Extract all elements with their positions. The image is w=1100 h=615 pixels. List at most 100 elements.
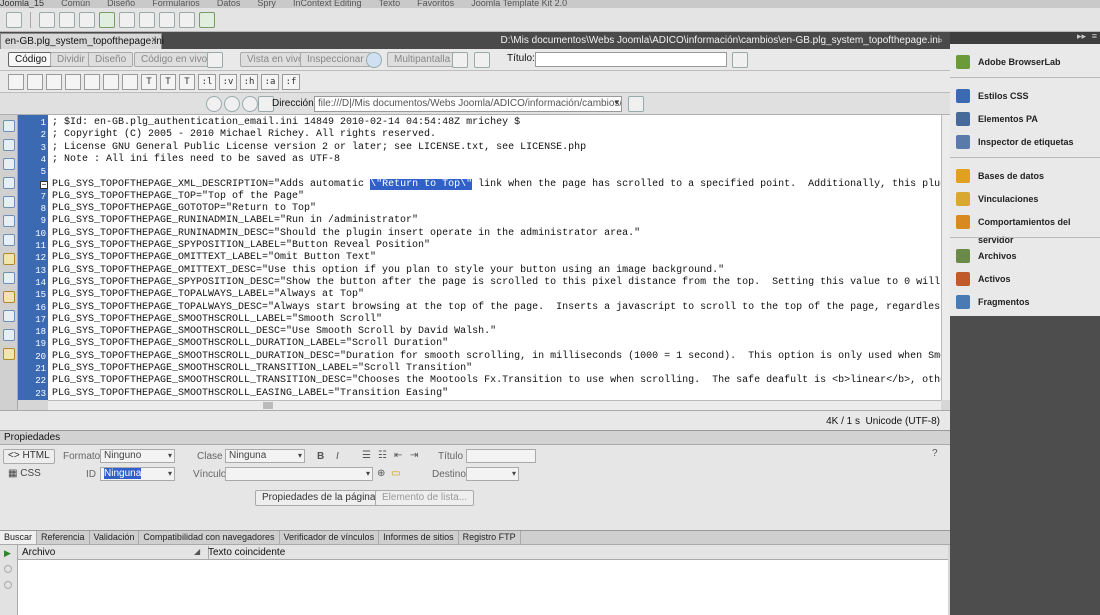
check-page-icon[interactable] bbox=[732, 52, 748, 68]
panel-bases-datos[interactable]: Bases de datos bbox=[950, 167, 1100, 185]
insert-tab[interactable]: Texto bbox=[379, 0, 401, 8]
panel-vinculaciones[interactable]: Vinculaciones bbox=[950, 190, 1100, 208]
code-editor[interactable]: ; $Id: en-GB.plg_authentication_email.in… bbox=[48, 115, 941, 400]
panel-fragmentos[interactable]: Fragmentos bbox=[950, 293, 1100, 311]
italic-icon[interactable]: I bbox=[336, 451, 339, 462]
split-view-button[interactable]: Dividir bbox=[50, 52, 92, 67]
balance-braces-icon[interactable] bbox=[3, 215, 15, 227]
insert-tab[interactable]: Datos bbox=[217, 0, 241, 8]
page-properties-button[interactable]: Propiedades de la página... bbox=[255, 490, 391, 506]
indent-icon[interactable]: ⇥ bbox=[410, 450, 418, 461]
tab-validacion[interactable]: Validación bbox=[90, 531, 140, 544]
tab-registro-ftp[interactable]: Registro FTP bbox=[459, 531, 521, 544]
insert-module-icon[interactable] bbox=[99, 11, 115, 28]
insert-image-icon[interactable] bbox=[39, 11, 55, 28]
tab-informes[interactable]: Informes de sitios bbox=[379, 531, 459, 544]
panel-inspector-etiquetas[interactable]: Inspector de etiquetas bbox=[950, 133, 1100, 151]
file-management-icon[interactable] bbox=[207, 52, 223, 68]
panel-elementos-pa[interactable]: Elementos PA bbox=[950, 110, 1100, 128]
play-icon[interactable]: ▶ bbox=[4, 548, 11, 559]
unordered-list-icon[interactable]: ☰ bbox=[362, 450, 371, 461]
insert-tab[interactable]: Favoritos bbox=[417, 0, 454, 8]
info-icon[interactable] bbox=[4, 581, 12, 589]
title-input[interactable] bbox=[535, 52, 727, 67]
select-parent-tag-icon[interactable] bbox=[84, 73, 100, 90]
insert-layout-icon[interactable] bbox=[119, 11, 135, 28]
panel-comportamientos-servidor[interactable]: Comportamientos del servidor bbox=[950, 213, 1100, 245]
refresh-icon[interactable] bbox=[474, 52, 490, 68]
tab-verificador[interactable]: Verificador de vínculos bbox=[280, 531, 380, 544]
panel-estilos-css[interactable]: Estilos CSS bbox=[950, 87, 1100, 105]
fold-toggle-icon[interactable]: − bbox=[40, 180, 48, 189]
select-parent-tag-icon[interactable] bbox=[3, 196, 15, 208]
results-list[interactable] bbox=[18, 560, 948, 615]
folder-icon[interactable]: ▭ bbox=[391, 468, 400, 479]
code-snippet-l-button[interactable]: :l bbox=[198, 73, 216, 90]
collapse-tag-icon[interactable] bbox=[27, 73, 43, 90]
insert-template-icon[interactable] bbox=[199, 11, 215, 28]
title-field-input[interactable] bbox=[466, 449, 536, 463]
visual-aids-icon[interactable] bbox=[452, 52, 468, 68]
insert-div-icon[interactable] bbox=[6, 11, 22, 28]
html-tab[interactable]: <> HTML bbox=[3, 449, 55, 464]
horizontal-scrollbar[interactable] bbox=[48, 400, 941, 410]
code-snippet-f-button[interactable]: :f bbox=[282, 73, 300, 90]
design-view-button[interactable]: Diseño bbox=[88, 52, 134, 67]
insert-text-icon[interactable] bbox=[179, 11, 195, 28]
live-code-button[interactable]: Código en vivo bbox=[134, 52, 215, 67]
sort-icon[interactable]: ◢ bbox=[194, 547, 200, 556]
tab-buscar[interactable]: Buscar bbox=[0, 531, 38, 544]
format-source-icon[interactable] bbox=[3, 348, 15, 360]
insert-tab[interactable]: Formularios bbox=[152, 0, 200, 8]
collapse-full-tag-icon[interactable] bbox=[3, 139, 15, 151]
css-tab[interactable]: ▦ CSS bbox=[8, 468, 41, 479]
stop-icon[interactable] bbox=[242, 96, 258, 112]
tab-compatibilidad[interactable]: Compatibilidad con navegadores bbox=[139, 531, 280, 544]
text-icon[interactable]: T bbox=[141, 73, 157, 90]
insert-tab[interactable]: Joomla_15 bbox=[0, 0, 44, 8]
insert-search-icon[interactable] bbox=[139, 11, 155, 28]
menu-icon[interactable]: ≡ bbox=[1092, 31, 1097, 41]
link-input[interactable]: ▾ bbox=[225, 467, 373, 481]
highlight-invalid-code-icon[interactable] bbox=[3, 253, 15, 265]
column-header-archivo[interactable]: Archivo bbox=[22, 547, 55, 558]
ordered-list-icon[interactable]: ☷ bbox=[378, 450, 387, 461]
format-select[interactable]: Ninguno ▾ bbox=[100, 449, 175, 463]
collapse-selection-icon[interactable] bbox=[3, 158, 15, 170]
code-snippet-v-button[interactable]: :v bbox=[219, 73, 237, 90]
id-select[interactable]: Ninguna ▾ bbox=[100, 467, 175, 481]
bold-icon[interactable]: B bbox=[317, 451, 324, 462]
insert-tab[interactable]: InContext Editing bbox=[293, 0, 362, 8]
class-select[interactable]: Ninguna ▾ bbox=[225, 449, 305, 463]
balance-braces-icon[interactable] bbox=[103, 73, 119, 90]
tab-referencia[interactable]: Referencia bbox=[37, 531, 90, 544]
open-documents-icon[interactable] bbox=[3, 120, 15, 132]
panel-activos[interactable]: Activos bbox=[950, 270, 1100, 288]
line-numbers-icon[interactable] bbox=[122, 73, 138, 90]
panel-archivos[interactable]: Archivos bbox=[950, 247, 1100, 265]
panel-adobe-browserlab[interactable]: Adobe BrowserLab bbox=[950, 53, 1100, 71]
insert-heading-icon[interactable] bbox=[79, 11, 95, 28]
collapse-selection-icon[interactable] bbox=[46, 73, 62, 90]
browser-preview-icon[interactable] bbox=[366, 52, 382, 68]
code-view-button[interactable]: Código bbox=[8, 52, 54, 67]
document-tab[interactable]: en-GB.plg_system_topofthepage.ini × bbox=[0, 33, 164, 49]
back-icon[interactable] bbox=[206, 96, 222, 112]
properties-panel-header[interactable]: Propiedades bbox=[0, 430, 950, 445]
restore-icon[interactable]: ▫ bbox=[938, 33, 942, 47]
code-snippet-h-button[interactable]: :h bbox=[240, 73, 258, 90]
inspect-button[interactable]: Inspeccionar bbox=[300, 52, 371, 67]
expand-all-icon[interactable] bbox=[65, 73, 81, 90]
forward-icon[interactable] bbox=[224, 96, 240, 112]
target-select[interactable]: ▾ bbox=[466, 467, 519, 481]
outdent-icon[interactable]: ⇤ bbox=[394, 450, 402, 461]
expand-all-icon[interactable] bbox=[3, 177, 15, 189]
insert-tab[interactable]: Común bbox=[61, 0, 90, 8]
insert-table-icon[interactable] bbox=[59, 11, 75, 28]
column-header-texto[interactable]: Texto coincidente bbox=[208, 547, 285, 558]
text-icon[interactable]: T bbox=[179, 73, 195, 90]
insert-frame-icon[interactable] bbox=[159, 11, 175, 28]
apply-comment-icon[interactable] bbox=[3, 310, 15, 322]
insert-tab[interactable]: Spry bbox=[257, 0, 276, 8]
line-numbers-icon[interactable] bbox=[3, 234, 15, 246]
